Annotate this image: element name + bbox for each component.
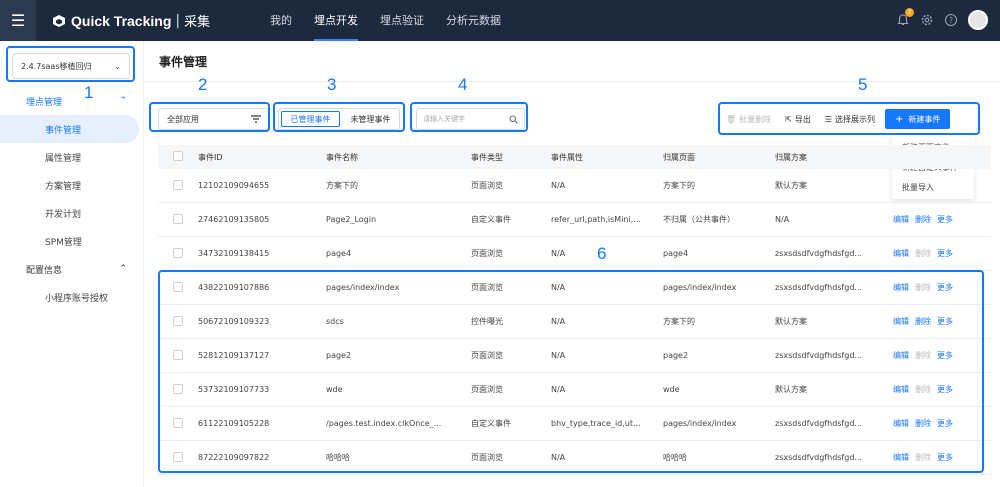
cell-event-type: 自定义事件 — [471, 215, 511, 224]
annotation-box-3 — [273, 102, 405, 132]
row-actions: 编辑 删除 更多 — [893, 248, 991, 259]
column-header[interactable]: 事件名称 — [326, 152, 471, 163]
sidebar-group-label: 配置信息 — [26, 265, 63, 276]
cell-event-attr: refer_url,path,isMini,... — [551, 215, 641, 224]
row-select-cell — [158, 247, 198, 260]
chevron-up-icon: ⌃ — [119, 96, 127, 106]
row-select-cell — [158, 179, 198, 192]
cell-event-name: 方案下的 — [326, 181, 358, 190]
delete-link[interactable]: 删除 — [915, 214, 931, 225]
cell-event-plan: N/A — [775, 215, 790, 224]
cell-event-page: 不归属（公共事件） — [663, 215, 735, 224]
cell-event-plan: 默认方案 — [775, 181, 807, 190]
divider — [144, 81, 1000, 82]
gear-icon[interactable] — [920, 13, 934, 27]
bell-icon[interactable]: 7 — [896, 8, 914, 27]
sidebar-item-plan-management[interactable]: 方案管理 — [0, 171, 143, 199]
help-icon[interactable]: ? — [944, 13, 958, 27]
row-actions: 编辑 删除 更多 — [893, 214, 991, 225]
table-row: 34732109138415 page4 页面浏览 N/A page4 zsxs… — [158, 237, 991, 271]
top-nav-bar: ☰ Quick Tracking | 采集 我的 埋点开发 埋点验证 分析元数据… — [0, 0, 1000, 41]
select-all-cell — [158, 151, 198, 163]
edit-link[interactable]: 编辑 — [893, 214, 909, 225]
table-header: 事件ID 事件名称 事件类型 事件属性 归属页面 归属方案 — [158, 145, 991, 169]
sidebar: 2.4.7saas移植回归 ⌄ 埋点管理 ⌃ 事件管理 属性管理 方案管理 开发… — [0, 41, 143, 487]
row-checkbox[interactable] — [173, 213, 183, 224]
logo-icon — [53, 14, 65, 27]
annotation-box-6 — [158, 270, 984, 473]
edit-link[interactable]: 编辑 — [893, 248, 909, 259]
cell-event-attr: N/A — [551, 181, 566, 190]
sidebar-item-event-management[interactable]: 事件管理 — [0, 115, 139, 143]
nav-my[interactable]: 我的 — [270, 0, 292, 41]
more-link[interactable]: 更多 — [937, 214, 953, 225]
column-header[interactable]: 归属方案 — [775, 152, 893, 163]
cell-event-plan: zsxsdsdfvdgfhdsfgd... — [775, 249, 863, 258]
sidebar-group-tracking: 埋点管理 ⌃ 事件管理 属性管理 方案管理 开发计划 SPM管理 — [0, 87, 143, 255]
cell-event-id: 27462109135805 — [198, 215, 270, 224]
annotation-label-4: 4 — [458, 75, 468, 94]
sidebar-item-attribute-management[interactable]: 属性管理 — [0, 143, 143, 171]
delete-link[interactable]: 删除 — [915, 248, 931, 259]
annotation-label-3: 3 — [327, 75, 337, 94]
nav-tracking-verify[interactable]: 埋点验证 — [380, 0, 424, 41]
annotation-label-2: 2 — [198, 75, 208, 94]
cell-event-name: Page2_Login — [326, 215, 377, 224]
annotation-label-1: 1 — [84, 83, 94, 102]
page-title: 事件管理 — [159, 55, 208, 69]
row-checkbox[interactable] — [173, 247, 183, 258]
cell-event-type: 页面浏览 — [471, 181, 503, 190]
notification-badge: 7 — [905, 8, 914, 17]
annotation-box-4 — [410, 102, 528, 132]
row-checkbox[interactable] — [173, 179, 183, 190]
sidebar-item-miniapp-auth[interactable]: 小程序账号授权 — [0, 283, 143, 311]
annotation-box-5 — [718, 102, 980, 135]
chevron-up-icon: ⌃ — [119, 264, 127, 274]
sidebar-item-dev-plan[interactable]: 开发计划 — [0, 199, 143, 227]
more-link[interactable]: 更多 — [937, 248, 953, 259]
table-row: 12102109094655 方案下的 页面浏览 N/A 方案下的 默认方案 — [158, 169, 991, 203]
logo-subtitle: 采集 — [184, 15, 211, 30]
column-header[interactable]: 归属页面 — [663, 152, 775, 163]
annotation-label-6: 6 — [597, 244, 607, 263]
cell-event-id: 34732109138415 — [198, 249, 270, 258]
avatar[interactable] — [968, 10, 988, 30]
nav-analysis-metadata[interactable]: 分析元数据 — [446, 0, 501, 41]
annotation-box-1 — [6, 46, 135, 82]
row-select-cell — [158, 213, 198, 226]
annotation-box-2 — [149, 102, 270, 132]
column-header[interactable]: 事件属性 — [551, 152, 663, 163]
cell-event-attr: N/A — [551, 249, 566, 258]
sidebar-group-label: 埋点管理 — [26, 97, 63, 108]
cell-event-type: 页面浏览 — [471, 249, 503, 258]
cell-event-page: 方案下的 — [663, 181, 695, 190]
annotation-label-5: 5 — [858, 75, 868, 94]
cell-event-id: 12102109094655 — [198, 181, 270, 190]
main-nav: 我的 埋点开发 埋点验证 分析元数据 — [270, 0, 523, 41]
svg-text:?: ? — [949, 16, 953, 25]
logo-separator: | — [175, 12, 181, 29]
column-header[interactable]: 事件ID — [198, 152, 326, 163]
sidebar-group-tracking-header[interactable]: 埋点管理 ⌃ — [0, 87, 143, 115]
top-right-actions: 7 ? — [896, 8, 988, 30]
cell-event-name: page4 — [326, 249, 352, 258]
sidebar-group-config-header[interactable]: 配置信息 ⌃ — [0, 255, 143, 283]
logo-text: Quick Tracking — [71, 12, 172, 29]
menu-icon[interactable]: ☰ — [0, 0, 36, 41]
column-header[interactable]: 事件类型 — [471, 152, 551, 163]
select-all-checkbox[interactable] — [173, 151, 183, 161]
nav-tracking-dev[interactable]: 埋点开发 — [314, 0, 358, 41]
logo[interactable]: Quick Tracking | 采集 — [52, 11, 210, 30]
sidebar-group-config: 配置信息 ⌃ 小程序账号授权 — [0, 255, 143, 311]
table-row: 27462109135805 Page2_Login 自定义事件 refer_u… — [158, 203, 991, 237]
sidebar-item-spm-management[interactable]: SPM管理 — [0, 227, 143, 255]
cell-event-page: page4 — [663, 249, 689, 258]
